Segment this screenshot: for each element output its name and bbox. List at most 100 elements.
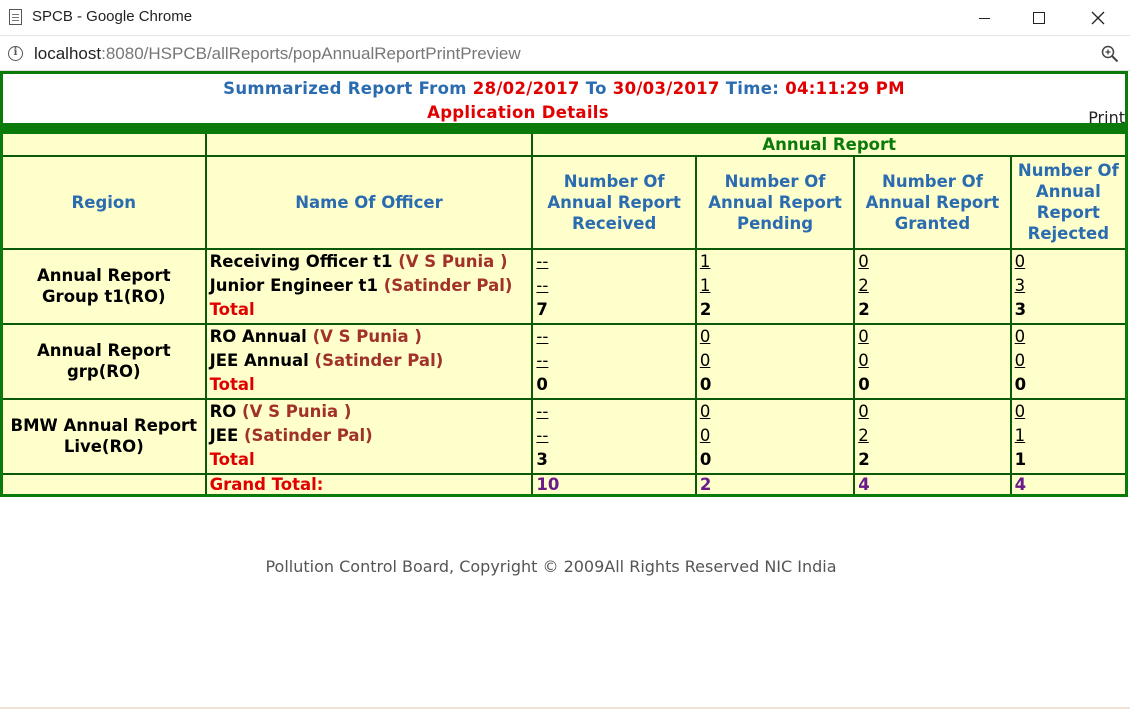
close-button[interactable] — [1069, 0, 1127, 36]
rejected-cell: 0 3 3 — [1009, 247, 1128, 325]
count-link[interactable]: 0 — [1015, 351, 1026, 370]
rejected-cell: 0 1 1 — [1009, 397, 1128, 475]
total-label: Total — [209, 300, 255, 319]
count-link[interactable]: 0 — [1015, 252, 1026, 271]
officer-line: RO Annual (V S Punia ) — [210, 325, 529, 349]
count-link[interactable]: 0 — [858, 402, 869, 421]
from-date: 28/02/2017 — [472, 79, 580, 98]
granted-cell: 0 2 2 — [853, 247, 1012, 325]
officer-name: (V S Punia ) — [242, 402, 352, 421]
total-value: 0 — [858, 375, 870, 394]
total-value: 3 — [1014, 300, 1027, 319]
received-column-header: Number Of Annual Report Received — [531, 154, 697, 250]
officer-name: (Satinder Pal) — [383, 276, 513, 295]
count-link[interactable]: 0 — [1015, 402, 1026, 421]
close-icon — [1091, 11, 1105, 25]
count-link[interactable]: 1 — [700, 252, 711, 271]
maximize-button[interactable] — [1010, 0, 1068, 36]
region-cell: Annual Report Group t1(RO) — [0, 247, 207, 325]
empty-header-cell — [0, 131, 207, 157]
report-time: 04:11:29 PM — [785, 79, 905, 98]
count-link[interactable]: -- — [536, 252, 548, 271]
total-value: 2 — [699, 300, 712, 319]
officer-role: JEE — [209, 426, 239, 445]
total-value: 0 — [699, 450, 712, 469]
granted-cell: 0 2 2 — [853, 397, 1012, 475]
pending-cell: 0 0 0 — [694, 322, 856, 400]
info-icon[interactable]: i — [8, 46, 23, 61]
count-link[interactable]: 0 — [700, 402, 711, 421]
address-bar[interactable]: i localhost:8080/HSPCB/allReports/popAnn… — [0, 37, 1130, 71]
grand-total-row: Grand Total: 10 2 4 4 — [0, 472, 1128, 497]
total-value: 2 — [858, 450, 870, 469]
table-row: BMW Annual Report Live(RO) RO (V S Punia… — [0, 397, 1128, 475]
region-cell: Annual Report grp(RO) — [0, 322, 207, 400]
officer-role: JEE Annual — [209, 351, 309, 370]
count-link[interactable]: 0 — [858, 327, 869, 346]
count-link[interactable]: 2 — [858, 276, 869, 295]
count-link[interactable]: -- — [536, 327, 548, 346]
time-label: Time: — [725, 79, 780, 98]
count-link[interactable]: 0 — [700, 426, 711, 445]
officer-line: Junior Engineer t1 (Satinder Pal) — [210, 274, 529, 298]
count-link[interactable]: 0 — [700, 327, 711, 346]
count-link[interactable]: 1 — [700, 276, 711, 295]
count-link[interactable]: 0 — [858, 351, 869, 370]
annual-report-table: Annual Report Region Name Of Officer Num… — [0, 131, 1128, 497]
header-divider — [0, 123, 1128, 131]
received-cell: -- -- 3 — [531, 397, 697, 475]
table-row: Annual Report grp(RO) RO Annual (V S Pun… — [0, 322, 1128, 400]
total-value: 0 — [536, 375, 548, 394]
report-area: Summarized Report From 28/02/2017 To 30/… — [0, 71, 1128, 499]
count-link[interactable]: -- — [536, 351, 548, 370]
total-value: 0 — [699, 375, 712, 394]
summary-prefix: Summarized Report From — [223, 79, 467, 98]
table-row: Annual Report Group t1(RO) Receiving Off… — [0, 247, 1128, 325]
total-value: 3 — [536, 450, 548, 469]
window-title: SPCB - Google Chrome — [32, 8, 193, 25]
received-cell: -- -- 7 — [531, 247, 697, 325]
count-link[interactable]: -- — [536, 402, 548, 421]
granted-cell: 0 0 0 — [853, 322, 1012, 400]
rejected-column-header: Number Of Annual Report Rejected — [1009, 154, 1128, 250]
annual-report-group-header: Annual Report — [531, 131, 1128, 157]
officer-column-header: Name Of Officer — [204, 154, 534, 250]
officer-cell: RO Annual (V S Punia ) JEE Annual (Satin… — [204, 322, 534, 400]
zoom-icon[interactable] — [1101, 45, 1119, 63]
count-link[interactable]: 0 — [700, 351, 711, 370]
count-link[interactable]: 1 — [1015, 426, 1026, 445]
count-link[interactable]: 0 — [1015, 327, 1026, 346]
count-link[interactable]: -- — [536, 426, 548, 445]
officer-name: (Satinder Pal) — [314, 351, 444, 370]
empty-cell — [0, 472, 207, 497]
officer-role: Receiving Officer t1 — [209, 252, 393, 271]
officer-line: Receiving Officer t1 (V S Punia ) — [210, 250, 529, 274]
officer-line: JEE Annual (Satinder Pal) — [210, 349, 529, 373]
total-value: 1 — [1014, 450, 1027, 469]
officer-cell: RO (V S Punia ) JEE (Satinder Pal) Total — [204, 397, 534, 475]
officer-name: (V S Punia ) — [398, 252, 508, 271]
officer-role: RO Annual — [209, 327, 307, 346]
region-cell: BMW Annual Report Live(RO) — [0, 397, 207, 475]
url-text[interactable]: localhost:8080/HSPCB/allReports/popAnnua… — [34, 44, 521, 64]
report-subtitle: Application Details — [427, 103, 609, 122]
pending-column-header: Number Of Annual Report Pending — [694, 154, 856, 250]
total-value: 2 — [858, 300, 870, 319]
count-link[interactable]: 3 — [1015, 276, 1026, 295]
officer-line: RO (V S Punia ) — [210, 400, 529, 424]
grand-total-rejected: 4 — [1009, 472, 1128, 497]
maximize-icon — [1033, 12, 1045, 24]
count-link[interactable]: 2 — [858, 426, 869, 445]
received-cell: -- -- 0 — [531, 322, 697, 400]
count-link[interactable]: -- — [536, 276, 548, 295]
table-group-header-row: Annual Report — [0, 131, 1128, 157]
officer-role: RO — [209, 402, 237, 421]
region-column-header: Region — [0, 154, 207, 250]
minimize-button[interactable] — [955, 0, 1013, 36]
officer-name: (Satinder Pal) — [244, 426, 373, 445]
to-date: 30/03/2017 — [612, 79, 720, 98]
pending-cell: 0 0 0 — [694, 397, 856, 475]
count-link[interactable]: 0 — [858, 252, 869, 271]
rejected-cell: 0 0 0 — [1009, 322, 1128, 400]
table-column-header-row: Region Name Of Officer Number Of Annual … — [0, 154, 1128, 250]
